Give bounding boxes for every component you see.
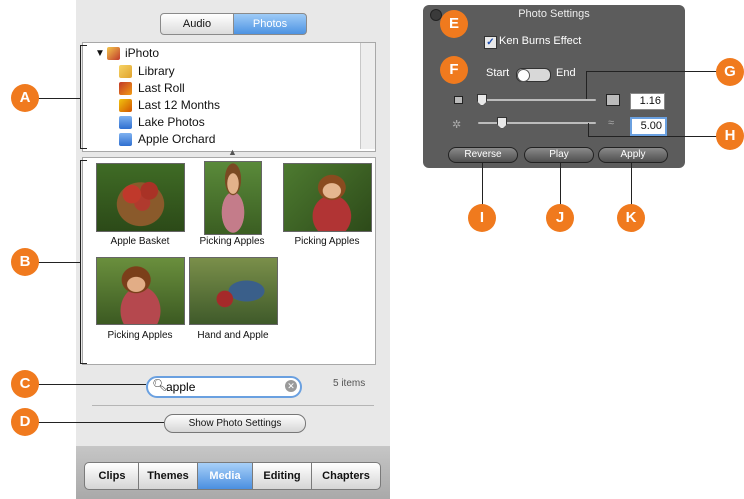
source-list-scrollbar[interactable] xyxy=(360,43,375,149)
callout-e: E xyxy=(440,10,468,38)
callout-leader xyxy=(36,262,80,263)
callout-leader xyxy=(588,123,589,137)
photo-caption: Picking Apples xyxy=(107,330,173,341)
search-icon: 🔍︎ xyxy=(152,378,168,392)
tab-themes[interactable]: Themes xyxy=(138,462,198,490)
audio-segment-button[interactable]: Audio xyxy=(160,13,234,35)
callout-leader xyxy=(586,71,587,99)
photo-thumbnail[interactable] xyxy=(283,163,372,232)
photo-caption: Picking Apples xyxy=(294,236,360,247)
start-label: Start xyxy=(486,67,510,79)
end-label: End xyxy=(556,67,576,79)
callout-j: J xyxy=(546,204,574,232)
callout-h: H xyxy=(716,122,744,150)
tab-chapters[interactable]: Chapters xyxy=(311,462,381,490)
pane-splitter-handle-icon[interactable]: ▲ xyxy=(228,147,237,157)
photo-caption: Picking Apples xyxy=(199,236,265,247)
iphoto-icon xyxy=(107,47,120,60)
slow-rabbit-icon: ✲ xyxy=(452,119,462,131)
album-icon xyxy=(119,116,132,129)
photo-thumbnail[interactable] xyxy=(204,161,262,235)
callout-f: F xyxy=(440,56,468,84)
items-count-label: 5 items xyxy=(333,378,366,389)
calendar-icon xyxy=(119,99,132,112)
zoom-small-icon xyxy=(454,96,463,104)
album-icon xyxy=(119,133,132,146)
callout-i: I xyxy=(468,204,496,232)
source-item-label: iPhoto xyxy=(125,46,160,60)
callout-leader xyxy=(36,98,80,99)
callout-bracket xyxy=(80,45,87,149)
callout-c: C xyxy=(11,370,39,398)
callout-g: G xyxy=(716,58,744,86)
duration-slider-track[interactable] xyxy=(478,122,596,124)
apply-button[interactable]: Apply xyxy=(598,147,668,163)
switch-knob[interactable] xyxy=(517,69,530,82)
divider xyxy=(92,405,374,406)
callout-leader xyxy=(36,384,146,385)
source-item-label: Library xyxy=(138,64,175,78)
callout-leader xyxy=(588,136,718,137)
film-roll-icon xyxy=(119,82,132,95)
callout-leader xyxy=(631,163,632,205)
callout-bracket xyxy=(80,160,87,364)
photo-caption: Hand and Apple xyxy=(197,330,269,341)
zoom-large-icon xyxy=(606,94,620,106)
tab-media[interactable]: Media xyxy=(197,462,253,490)
play-button[interactable]: Play xyxy=(524,147,594,163)
clear-search-icon[interactable]: ✕ xyxy=(285,380,297,392)
source-item-label: Last 12 Months xyxy=(138,98,221,112)
callout-b: B xyxy=(11,248,39,276)
library-icon xyxy=(119,65,132,78)
photo-thumbnail[interactable] xyxy=(96,163,185,232)
photo-caption: Apple Basket xyxy=(110,236,170,247)
fast-rabbit-icon: ≈ xyxy=(608,117,615,129)
photos-segment-button[interactable]: Photos xyxy=(233,13,307,35)
callout-k: K xyxy=(617,204,645,232)
photo-source-list: ▼ iPhoto Library Last Roll Last 12 Month… xyxy=(82,42,376,152)
tab-clips[interactable]: Clips xyxy=(84,462,140,490)
source-item-label: Lake Photos xyxy=(138,115,205,129)
callout-leader xyxy=(586,71,718,72)
source-item-label: Apple Orchard xyxy=(138,132,216,146)
disclosure-triangle-icon[interactable]: ▼ xyxy=(95,45,105,62)
duration-value-field[interactable]: 5.00 xyxy=(630,117,667,136)
search-field[interactable]: 🔍︎ ✕ xyxy=(146,376,302,398)
ken-burns-checkbox[interactable]: ✓ xyxy=(484,36,497,49)
callout-d: D xyxy=(11,408,39,436)
photo-thumbnail[interactable] xyxy=(189,257,278,325)
callout-leader xyxy=(560,163,561,205)
photo-thumbnail[interactable] xyxy=(96,257,185,325)
zoom-slider-track[interactable] xyxy=(478,99,596,101)
show-photo-settings-button[interactable]: Show Photo Settings xyxy=(164,414,306,433)
source-item-label: Last Roll xyxy=(138,81,185,95)
callout-leader xyxy=(36,422,164,423)
callout-leader xyxy=(482,163,483,205)
reverse-button[interactable]: Reverse xyxy=(448,147,518,163)
search-input[interactable] xyxy=(166,379,276,395)
ken-burns-label: Ken Burns Effect xyxy=(499,35,582,47)
callout-a: A xyxy=(11,84,39,112)
tab-editing[interactable]: Editing xyxy=(252,462,312,490)
zoom-value-field[interactable]: 1.16 xyxy=(630,93,665,110)
